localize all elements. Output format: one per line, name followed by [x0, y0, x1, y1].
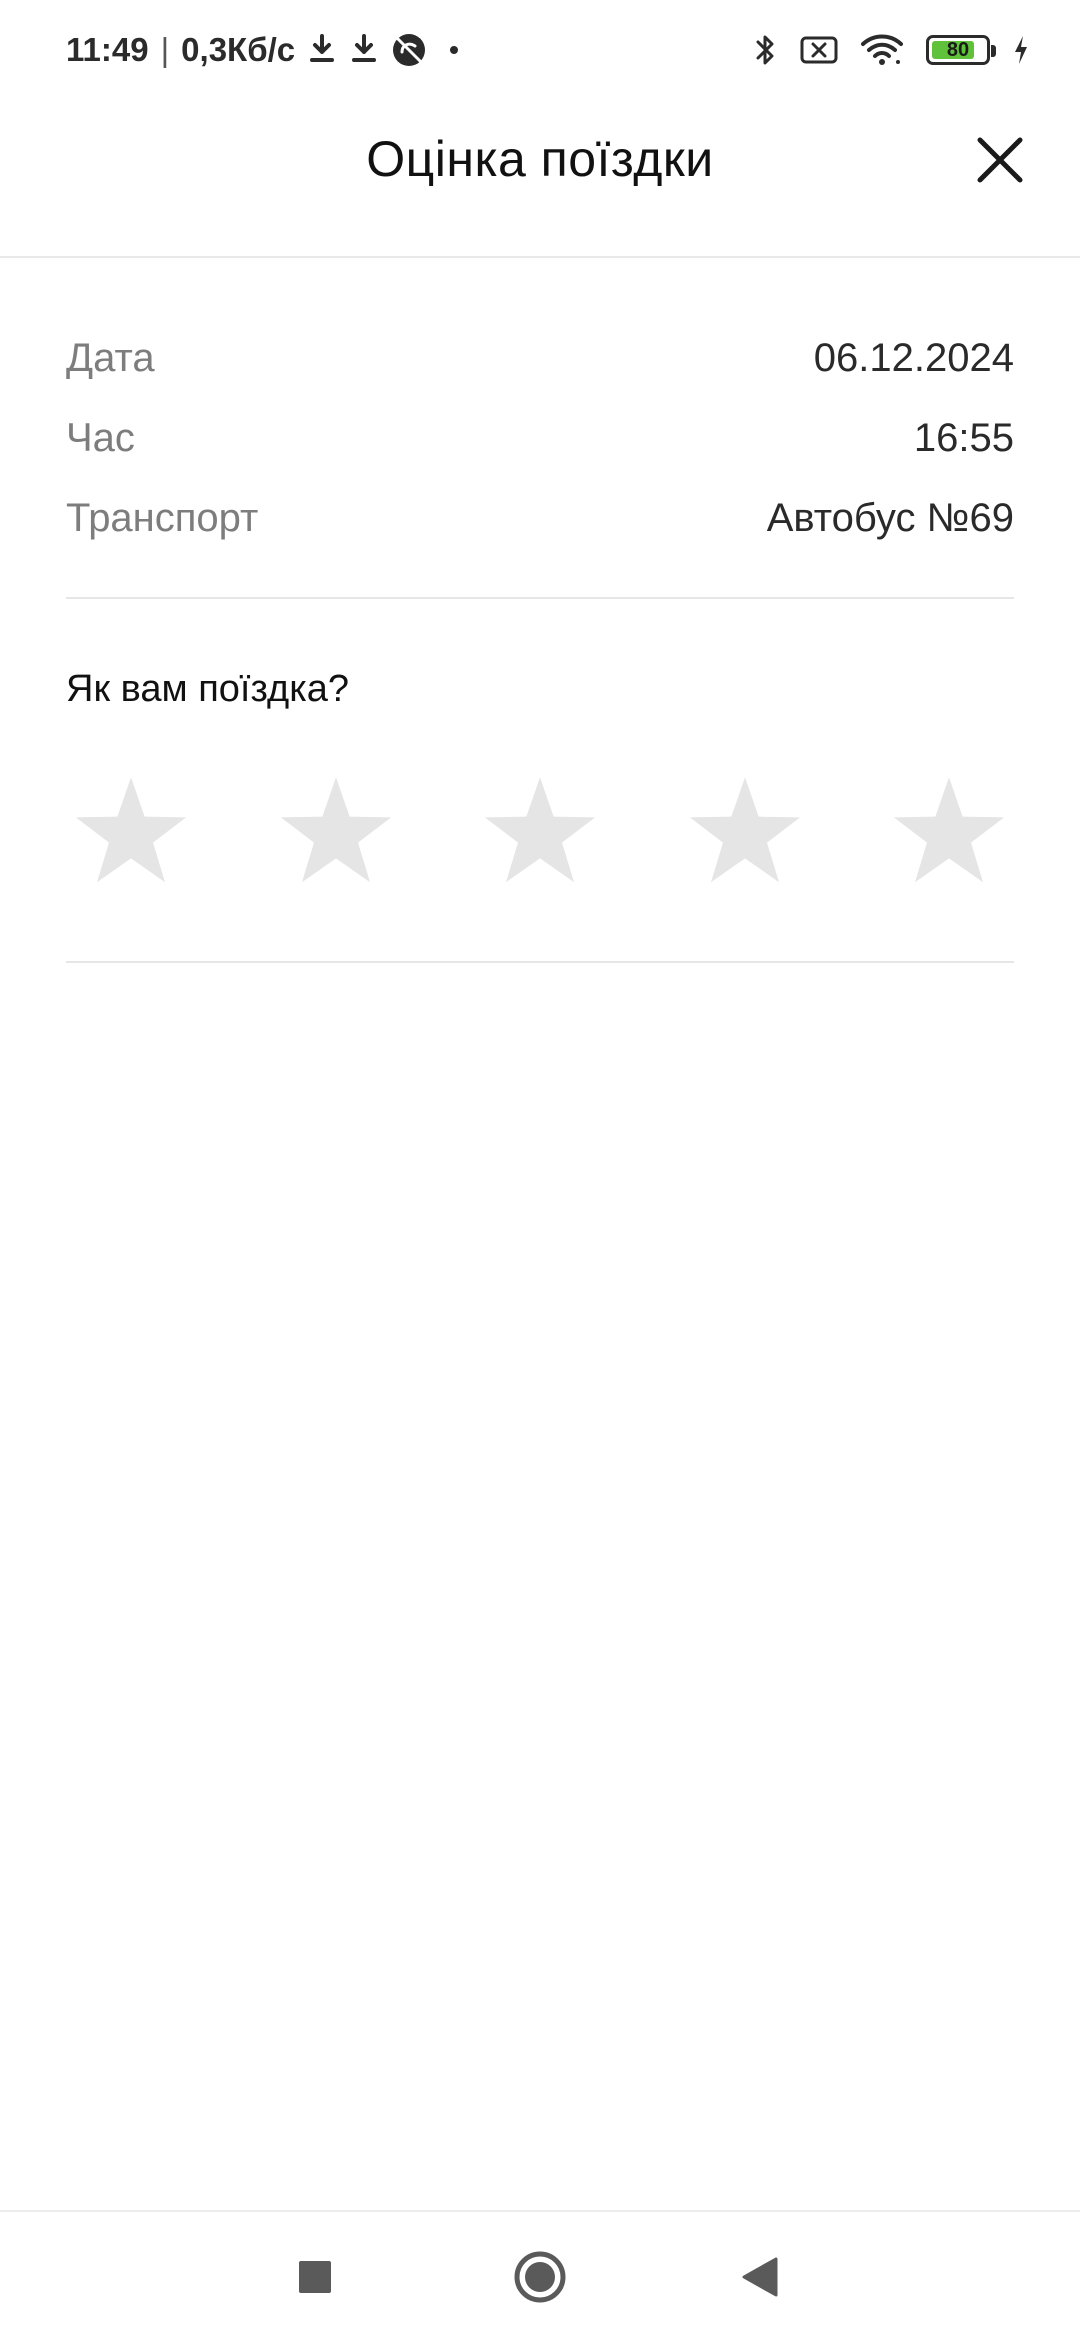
download-icon — [307, 33, 337, 67]
back-icon — [742, 2257, 778, 2297]
bluetooth-icon — [754, 32, 778, 68]
page-title: Оцінка поїздки — [366, 131, 714, 187]
trip-info-row-date: Дата 06.12.2024 — [66, 318, 1014, 398]
trip-info-row-transport: Транспорт Автобус №69 — [66, 478, 1014, 558]
date-label: Дата — [66, 335, 155, 380]
battery-icon: 80 — [926, 35, 996, 65]
status-separator: | — [160, 31, 170, 68]
recents-button[interactable] — [270, 2232, 360, 2322]
star-5-button[interactable] — [884, 770, 1014, 890]
transport-label: Транспорт — [66, 495, 259, 540]
status-right: 80 — [754, 28, 1030, 72]
battery-percent: 80 — [946, 39, 970, 61]
divider — [66, 597, 1014, 599]
status-time: 11:49 — [66, 31, 149, 68]
network-speed: 0,3Кб/с — [181, 31, 296, 68]
star-2-button[interactable] — [271, 770, 401, 890]
star-4-button[interactable] — [680, 770, 810, 890]
header: Оцінка поїздки — [0, 100, 1080, 258]
star-1-button[interactable] — [66, 770, 196, 890]
trip-info: Дата 06.12.2024 Час 16:55 Транспорт Авто… — [66, 318, 1014, 558]
time-label: Час — [66, 415, 135, 460]
close-button[interactable] — [960, 120, 1040, 200]
star-icon — [689, 777, 800, 883]
close-icon — [977, 137, 1023, 183]
home-button[interactable] — [495, 2232, 585, 2322]
home-icon — [514, 2251, 566, 2303]
navigation-bar — [0, 2210, 1080, 2340]
divider — [66, 961, 1014, 963]
notification-dot-icon — [439, 40, 469, 60]
download-icon — [349, 33, 379, 67]
star-icon — [75, 777, 187, 883]
battery-cap — [991, 45, 996, 57]
date-value: 06.12.2024 — [813, 335, 1014, 380]
transport-value: Автобус №69 — [766, 495, 1014, 540]
star-icon — [280, 777, 391, 883]
status-left: 11:49 | 0,3Кб/с — [66, 28, 469, 72]
trip-info-row-time: Час 16:55 — [66, 398, 1014, 478]
star-icon — [484, 777, 596, 883]
star-3-button[interactable] — [475, 770, 605, 890]
back-button[interactable] — [715, 2232, 805, 2322]
star-rating — [66, 770, 1014, 890]
charging-icon — [1012, 34, 1030, 66]
data-saver-off-icon — [391, 32, 427, 68]
rating-question: Як вам поїздка? — [66, 668, 349, 710]
status-bar: 11:49 | 0,3Кб/с 80 — [0, 0, 1080, 100]
star-icon — [893, 777, 1005, 883]
recents-icon — [299, 2261, 331, 2293]
wifi-icon — [860, 33, 904, 67]
no-sim-icon — [800, 35, 838, 65]
time-value: 16:55 — [913, 415, 1014, 460]
